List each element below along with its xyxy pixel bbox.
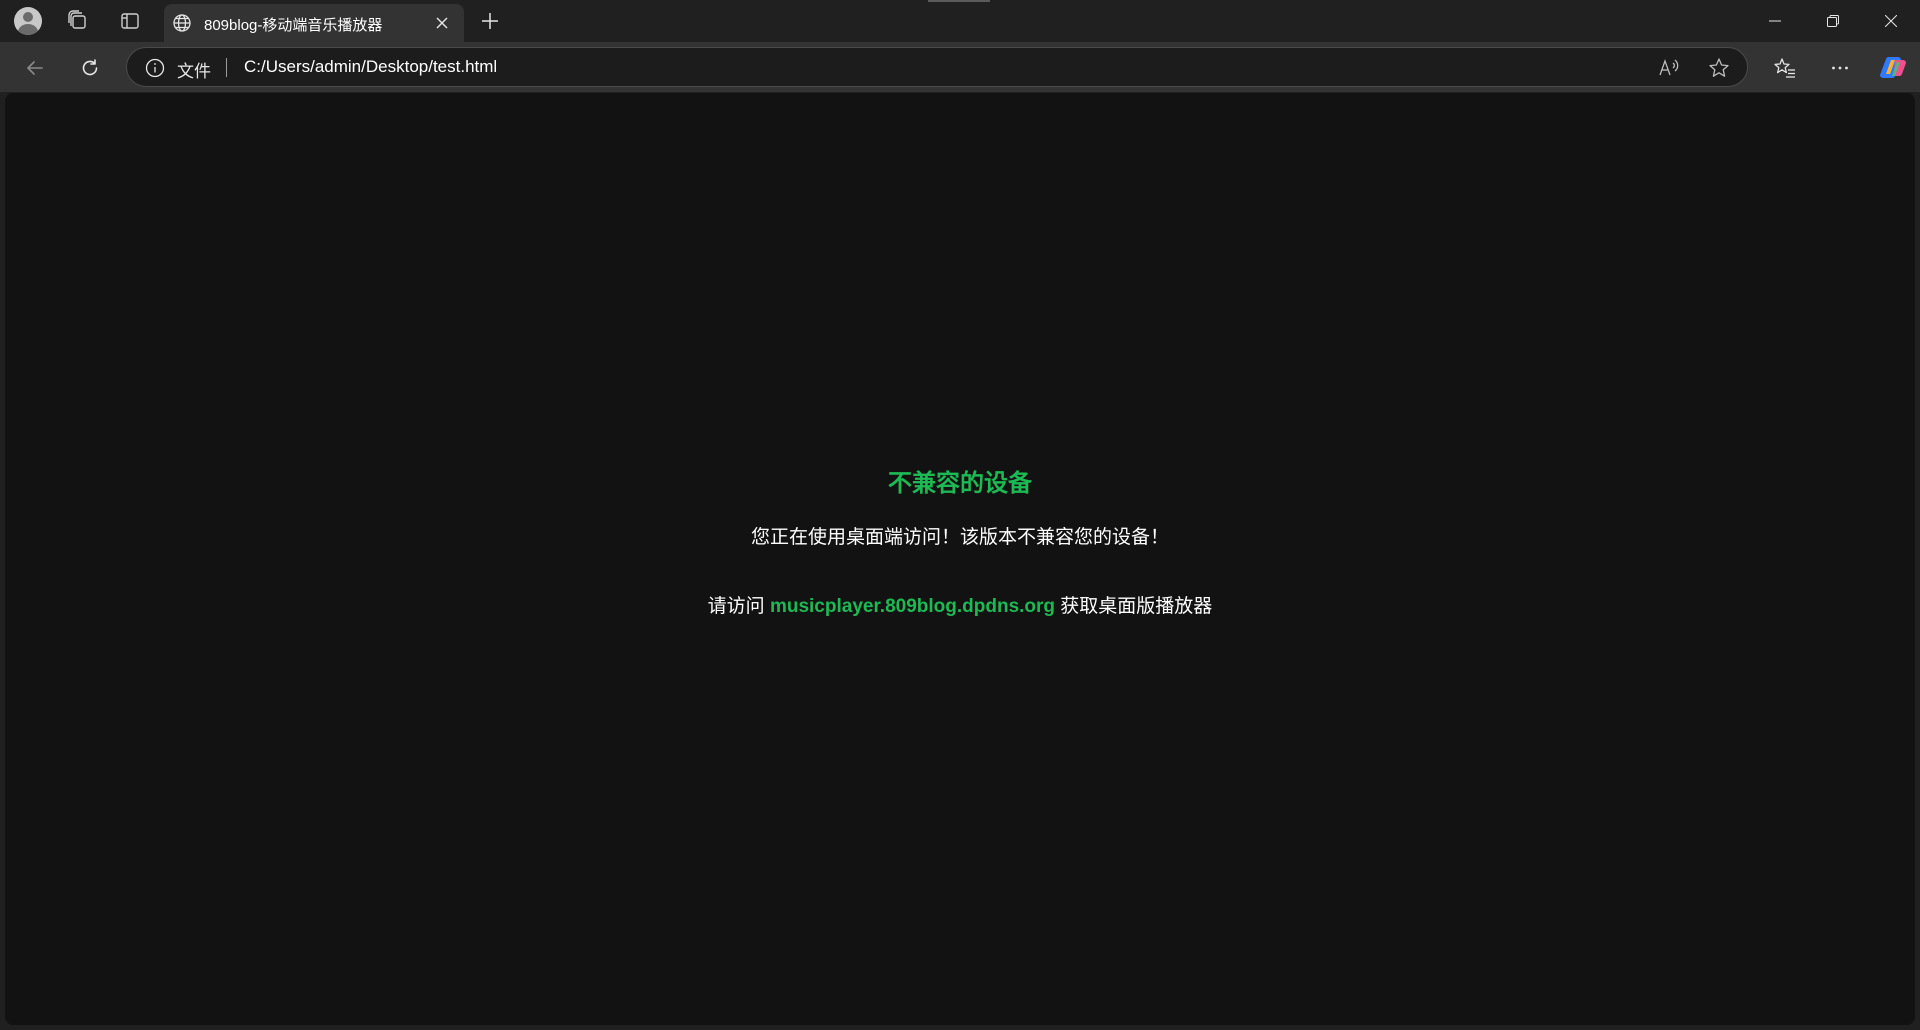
visit-prefix: 请访问 <box>707 596 770 617</box>
more-icon <box>1832 66 1848 70</box>
incompatible-message: 您正在使用桌面端访问！该版本不兼容您的设备！ <box>750 527 1169 548</box>
vertical-tabs-icon <box>121 13 139 29</box>
address-bar[interactable]: 文件 C:/Users/admin/Desktop/test.html <box>126 47 1748 87</box>
tab-strip: 809blog-移动端音乐播放器 <box>0 0 1920 42</box>
visit-suffix: 获取桌面版播放器 <box>1055 596 1213 617</box>
profile-button[interactable] <box>12 5 44 37</box>
address-divider <box>226 58 227 77</box>
favorite-button[interactable] <box>1707 56 1731 80</box>
info-icon[interactable] <box>145 58 165 78</box>
visit-message: 请访问 musicplayer.809blog.dpdns.org 获取桌面版播… <box>5 591 1915 618</box>
browser-toolbar: 文件 C:/Users/admin/Desktop/test.html <box>0 42 1920 92</box>
vertical-tabs-button[interactable] <box>114 5 146 37</box>
read-aloud-icon <box>1659 59 1679 76</box>
star-icon <box>1709 58 1729 77</box>
globe-icon <box>173 14 191 32</box>
drag-handle[interactable] <box>928 0 990 2</box>
close-icon <box>436 17 448 29</box>
desktop-player-link[interactable]: musicplayer.809blog.dpdns.org <box>770 596 1055 617</box>
copilot-button[interactable] <box>1876 50 1912 86</box>
scheme-label[interactable]: 文件 <box>177 57 211 82</box>
active-tab[interactable]: 809blog-移动端音乐播放器 <box>164 4 464 42</box>
refresh-icon <box>82 59 98 76</box>
back-button[interactable] <box>17 50 53 86</box>
workspaces-icon <box>68 10 86 29</box>
more-button[interactable] <box>1822 50 1858 86</box>
tab-title: 809blog-移动端音乐播放器 <box>204 17 383 34</box>
favorites-button[interactable] <box>1767 50 1803 86</box>
close-tab-button[interactable] <box>432 13 452 33</box>
page-title: 不兼容的设备 <box>888 470 1032 497</box>
workspaces-button[interactable] <box>61 5 93 37</box>
browser-window: 809blog-移动端音乐播放器 文件 C:/Users/admin/Deskt… <box>0 0 1920 1030</box>
copilot-icon <box>1880 56 1906 79</box>
restore-icon <box>1827 15 1839 27</box>
favorites-icon <box>1774 58 1795 78</box>
restore-button[interactable] <box>1804 0 1862 42</box>
close-icon <box>1885 15 1897 27</box>
url-text[interactable]: C:/Users/admin/Desktop/test.html <box>244 57 497 77</box>
minimize-button[interactable] <box>1746 0 1804 42</box>
avatar-icon <box>14 7 42 35</box>
refresh-button[interactable] <box>72 50 108 86</box>
read-aloud-button[interactable] <box>1657 56 1681 80</box>
page-viewport: 不兼容的设备 您正在使用桌面端访问！该版本不兼容您的设备！ 请访问 musicp… <box>5 93 1915 1025</box>
minimize-icon <box>1769 20 1781 22</box>
close-window-button[interactable] <box>1862 0 1920 42</box>
back-arrow-icon <box>27 61 43 75</box>
plus-icon <box>482 13 498 29</box>
new-tab-button[interactable] <box>474 5 506 37</box>
